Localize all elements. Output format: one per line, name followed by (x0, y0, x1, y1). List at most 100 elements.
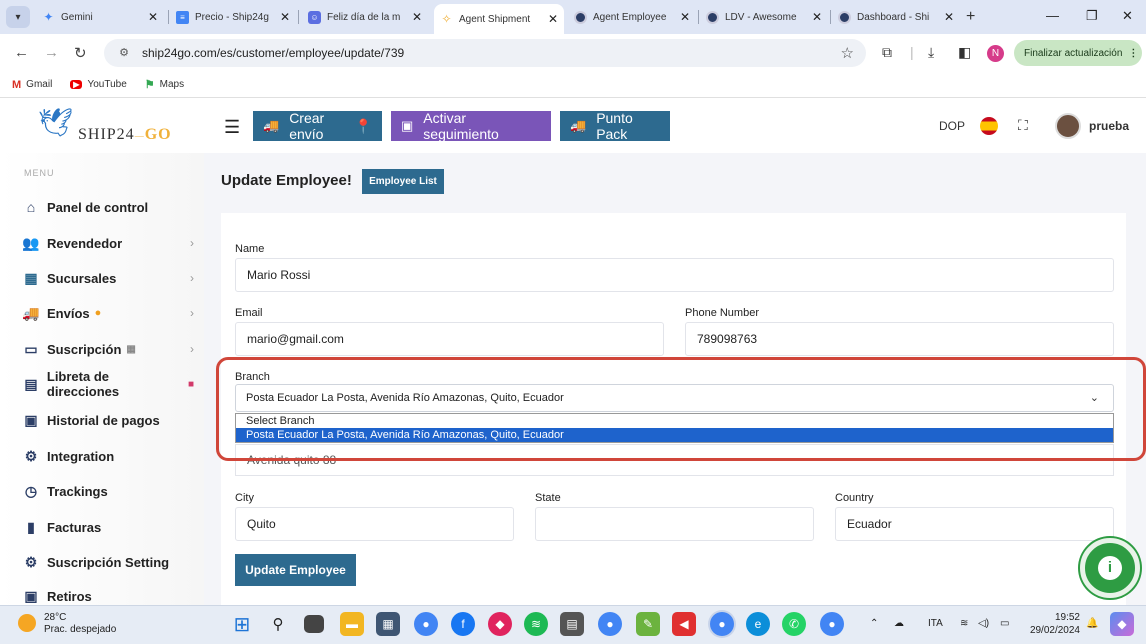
volume-icon[interactable]: ◁) (978, 618, 989, 629)
calculator-icon[interactable]: ▦ (376, 612, 400, 636)
phone-field[interactable]: 789098763 (685, 322, 1114, 356)
state-field[interactable] (535, 507, 814, 541)
bookmark-youtube[interactable]: ▶ YouTube (70, 79, 127, 90)
tab-search-icon[interactable]: ▾ (6, 6, 30, 28)
restore-icon[interactable]: ❐ (1086, 8, 1098, 24)
forward-icon[interactable]: → (44, 44, 59, 61)
chrome-icon[interactable]: ● (598, 612, 622, 636)
city-label: City (235, 492, 254, 504)
app-icon[interactable]: ◀ (672, 612, 696, 636)
task-view-icon[interactable] (304, 615, 324, 633)
chrome-icon[interactable]: ● (414, 612, 438, 636)
site-info-icon[interactable]: ⚙ (116, 45, 132, 61)
bookmark-gmail[interactable]: M Gmail (12, 79, 52, 91)
close-icon[interactable]: ✕ (812, 10, 822, 24)
notification-icon[interactable]: 🔔 (1086, 618, 1098, 629)
search-icon[interactable]: ⚲ (266, 612, 290, 636)
app-icon[interactable]: ▤ (560, 612, 584, 636)
sidebar-item-branches[interactable]: ▦ Sucursales › (22, 267, 194, 289)
chrome-icon[interactable]: ● (820, 612, 844, 636)
currency-label[interactable]: DOP (939, 119, 965, 133)
spotify-icon[interactable]: ≋ (524, 612, 548, 636)
weather-icon (18, 614, 36, 632)
update-employee-button[interactable]: Update Employee (235, 554, 356, 586)
profile-avatar[interactable]: N (987, 45, 1004, 62)
close-icon[interactable]: ✕ (548, 12, 558, 26)
tab-ldv[interactable]: LDV - Awesome ✕ (700, 5, 828, 29)
bird-logo-icon: 🕊 (38, 107, 74, 138)
network-icon[interactable]: ☁ (894, 618, 904, 629)
name-field[interactable]: Mario Rossi (235, 258, 1114, 292)
weather-widget[interactable]: 28°C Prac. despejado (18, 612, 116, 636)
country-field[interactable]: Ecuador (835, 507, 1114, 541)
sidebar-item-reseller[interactable]: 👥 Revendedor › (22, 232, 194, 254)
spain-flag-icon[interactable] (980, 117, 998, 135)
chevron-up-icon[interactable]: ⌃ (870, 618, 878, 629)
url-field[interactable]: ⚙ ship24go.com/es/customer/employee/upda… (104, 39, 866, 67)
activate-tracking-button[interactable]: ▣ Activar seguimiento (391, 110, 551, 142)
notepad-icon[interactable]: ✎ (636, 612, 660, 636)
tab-gemini[interactable]: ✦ Gemini ✕ (36, 5, 164, 29)
sidebar-item-payment-history[interactable]: ▣ Historial de pagos (22, 409, 194, 431)
bookmark-star-icon[interactable]: ☆ (841, 44, 854, 62)
sidebar-item-dashboard[interactable]: ⌂ Panel de control (22, 196, 194, 218)
window-close-icon[interactable]: ✕ (1122, 8, 1133, 24)
calendar-icon: ▦ (126, 343, 136, 355)
close-icon[interactable]: ✕ (944, 10, 954, 24)
tab-precio[interactable]: ≡ Precio - Ship24g ✕ (170, 5, 296, 29)
clock[interactable]: 19:52 29/02/2024 (1028, 611, 1080, 637)
tab-agent-employee[interactable]: Agent Employee ✕ (568, 5, 696, 29)
close-icon[interactable]: ✕ (148, 10, 158, 24)
employee-list-button[interactable]: Employee List (362, 169, 444, 194)
extensions-icon[interactable]: ⧉ (882, 44, 892, 61)
sidebar-item-address-book[interactable]: ▤ Libreta de direcciones ■ (22, 369, 194, 399)
city-field[interactable]: Quito (235, 507, 514, 541)
sidebar-item-trackings[interactable]: ◷ Trackings (22, 480, 194, 502)
sidebar-item-shipments[interactable]: 🚚 Envíos ● › (22, 302, 194, 324)
highlight-annotation (216, 357, 1146, 461)
finalize-update-button[interactable]: Finalizar actualización ⋮ (1014, 40, 1142, 66)
file-explorer-icon[interactable]: ▬ (340, 612, 364, 636)
users-icon: 👥 (22, 234, 40, 251)
fullscreen-icon[interactable]: ⛶ (1018, 117, 1028, 134)
edge-icon[interactable]: e (746, 612, 770, 636)
facebook-icon[interactable]: f (451, 612, 475, 636)
chat-button[interactable]: i (1080, 538, 1140, 598)
create-shipment-button[interactable]: 🚚 Crear envío 📍 (253, 110, 382, 142)
sidebar-item-invoices[interactable]: ▮ Facturas (22, 516, 194, 538)
whatsapp-icon[interactable]: ✆ (782, 612, 806, 636)
sidebar-item-subscription-setting[interactable]: ⚙ Suscripción Setting (22, 551, 194, 573)
reload-icon[interactable]: ↻ (74, 44, 87, 62)
close-icon[interactable]: ✕ (280, 10, 290, 24)
back-icon[interactable]: ← (14, 44, 29, 61)
ship24go-logo[interactable]: 🕊 SHIP24—GO (36, 104, 186, 150)
hamburger-menu-icon[interactable]: ☰ (224, 117, 240, 138)
download-icon[interactable]: ⤓ (928, 44, 934, 61)
language-indicator[interactable]: ITA (928, 618, 943, 629)
tab-agent-shipment[interactable]: ✧ Agent Shipment ✕ (434, 4, 564, 34)
sidepanel-icon[interactable]: ◧ (958, 44, 971, 61)
minimize-icon[interactable]: — (1046, 8, 1059, 23)
new-tab-icon[interactable]: + (966, 8, 975, 26)
copilot-icon[interactable]: ◆ (1110, 612, 1134, 636)
sidebar-item-subscription[interactable]: ▭ Suscripción ▦ › (22, 338, 194, 360)
wifi-icon[interactable]: ≋ (960, 618, 968, 629)
user-avatar[interactable] (1055, 113, 1081, 139)
tracking-icon: ▣ (401, 118, 414, 133)
user-name[interactable]: prueba (1089, 119, 1129, 133)
app-icon[interactable]: ◆ (488, 612, 512, 636)
sidebar-item-integration[interactable]: ⚙ Integration (22, 445, 194, 467)
windows-start-icon[interactable]: ⊞ (230, 612, 254, 636)
more-icon[interactable]: ⋮ (1128, 48, 1138, 59)
bookmark-maps[interactable]: ⚑ Maps (145, 78, 184, 91)
close-icon[interactable]: ✕ (412, 10, 422, 24)
sidebar-item-withdrawals[interactable]: ▣ Retiros (22, 588, 194, 604)
email-field[interactable]: mario@gmail.com (235, 322, 664, 356)
pack-point-button[interactable]: 🚚 Punto Pack (560, 110, 670, 142)
battery-icon[interactable]: ▭ (1000, 618, 1009, 629)
tab-feliz[interactable]: ☺ Feliz día de la m ✕ (302, 5, 428, 29)
close-icon[interactable]: ✕ (680, 10, 690, 24)
chrome-icon[interactable]: ● (710, 612, 734, 636)
tab-dashboard[interactable]: Dashboard - Shi ✕ (832, 5, 960, 29)
page-title: Update Employee! (221, 172, 352, 189)
